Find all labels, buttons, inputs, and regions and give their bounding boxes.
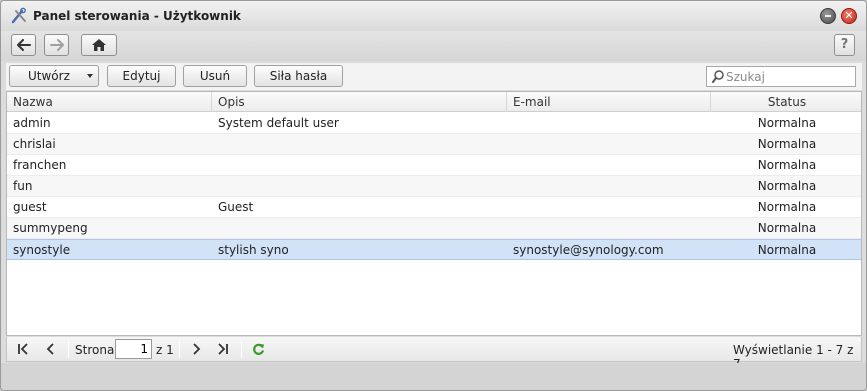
cell-name: franchen [13, 158, 67, 172]
chevron-down-icon [87, 74, 93, 78]
window-footer [1, 363, 866, 390]
cell-status: Normalna [757, 158, 817, 172]
column-header-name[interactable]: Nazwa [7, 92, 212, 112]
user-table: Nazwa Opis E-mail Status admin System de… [6, 91, 862, 336]
create-button[interactable]: Utwórz [9, 65, 99, 87]
table-header: Nazwa Opis E-mail Status [7, 92, 861, 112]
search-box [706, 66, 856, 87]
help-icon: ? [840, 37, 849, 52]
pager-separator [241, 341, 242, 358]
column-header-description[interactable]: Opis [212, 92, 507, 112]
page-number-input[interactable] [115, 339, 152, 359]
cell-email [507, 176, 711, 196]
search-icon [712, 70, 724, 83]
cell-name: guest [13, 200, 47, 214]
password-strength-button[interactable]: Siła hasła [254, 65, 343, 87]
table-row[interactable]: franchen Normalna [7, 155, 861, 176]
column-header-email[interactable]: E-mail [507, 92, 711, 112]
title-bar: Panel sterowania - Użytkownik ✕ [1, 1, 866, 31]
delete-button[interactable]: Usuń [183, 65, 247, 87]
cell-status: Normalna [757, 116, 817, 130]
table-row[interactable]: summypeng Normalna [7, 218, 861, 239]
cell-description [212, 176, 507, 196]
forward-button[interactable] [44, 34, 69, 56]
cell-email [507, 155, 711, 175]
cell-name: fun [13, 179, 33, 193]
toolbar: Utwórz Edytuj Usuń Siła hasła [6, 63, 862, 90]
cell-name: synostyle [13, 243, 71, 257]
cell-email: synostyle@synology.com [513, 243, 664, 257]
cell-name: chrislai [13, 137, 56, 151]
home-icon [92, 39, 106, 51]
search-input[interactable] [726, 69, 851, 84]
table-row[interactable]: fun Normalna [7, 176, 861, 197]
table-row[interactable]: admin System default user Normalna [7, 113, 861, 134]
back-arrow-icon [16, 39, 31, 51]
cell-email [507, 134, 711, 154]
next-page-icon[interactable] [191, 343, 201, 355]
control-panel-window: Panel sterowania - Użytkownik ✕ ? Utwórz… [0, 0, 867, 391]
navigation-bar: ? [1, 31, 866, 61]
cell-description: System default user [218, 116, 339, 130]
table-row-selected[interactable]: synostyle stylish syno synostyle@synolog… [7, 239, 861, 260]
pager-separator [179, 341, 180, 358]
cell-description: Guest [218, 200, 254, 214]
page-label: Strona [75, 343, 115, 357]
help-button[interactable]: ? [834, 34, 855, 56]
close-button[interactable]: ✕ [841, 8, 857, 24]
window-title: Panel sterowania - Użytkownik [33, 9, 241, 23]
cell-status: Normalna [757, 179, 817, 193]
create-button-label: Utwórz [28, 69, 70, 83]
prev-page-icon[interactable] [46, 343, 56, 355]
cell-name: admin [13, 116, 51, 130]
cell-status: Normalna [757, 243, 817, 257]
refresh-icon[interactable] [252, 343, 265, 356]
back-button[interactable] [11, 34, 36, 56]
pager-separator [68, 341, 69, 358]
cell-status: Normalna [757, 200, 817, 214]
page-count-label: z 1 [156, 343, 174, 357]
cell-email [507, 197, 711, 217]
forward-arrow-icon [49, 39, 64, 51]
first-page-icon[interactable] [17, 343, 29, 355]
close-icon: ✕ [844, 9, 854, 22]
app-icon [11, 7, 26, 24]
home-button[interactable] [81, 34, 117, 56]
paging-toolbar: Strona z 1 Wyświetlanie 1 - 7 z 7 [6, 337, 862, 371]
cell-description: stylish syno [218, 243, 289, 257]
cell-status: Normalna [757, 137, 817, 151]
cell-description [212, 155, 507, 175]
minimize-button[interactable] [820, 8, 836, 24]
cell-status: Normalna [757, 221, 817, 235]
table-row[interactable]: chrislai Normalna [7, 134, 861, 155]
cell-email [507, 113, 711, 133]
cell-description [212, 218, 507, 238]
table-row[interactable]: guest Guest Normalna [7, 197, 861, 218]
cell-description [212, 134, 507, 154]
cell-email [507, 218, 711, 238]
column-header-status[interactable]: Status [711, 92, 861, 112]
cell-name: summypeng [13, 221, 88, 235]
edit-button[interactable]: Edytuj [107, 65, 176, 87]
last-page-icon[interactable] [217, 343, 229, 355]
